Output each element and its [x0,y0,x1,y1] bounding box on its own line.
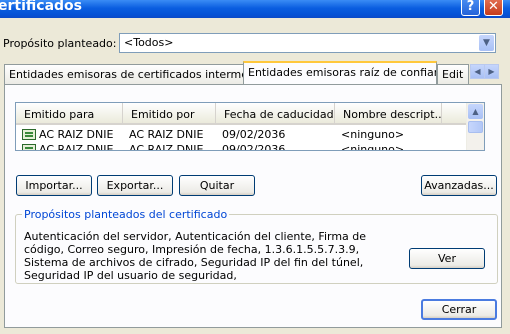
close-window-button[interactable]: ✕ [484,0,503,16]
purposes-group-title: Propósitos planteados del certificado [22,208,230,221]
cell-friendly-name: <ninguno> [341,143,405,151]
advanced-button[interactable]: Avanzadas... [421,175,497,196]
tab-scroll-left-icon[interactable]: ◀ [470,64,485,79]
tab-label: Entidades emisoras raíz de confianza [248,66,437,79]
purpose-label: Propósito planteado: [3,37,117,50]
cell-issued-by: AC RAIZ DNIE [129,128,204,141]
cell-expiry: 09/02/2036 [222,143,286,151]
help-button[interactable]: ? [461,0,480,16]
tab-label: Edit [442,68,464,81]
tab-publishers[interactable]: Edit [437,64,469,84]
remove-button[interactable]: Quitar [179,175,255,196]
cell-friendly-name: <ninguno> [341,128,405,141]
title-bar: ertificados ? ✕ [0,0,510,18]
purpose-select[interactable]: <Todos> ▼ [119,33,496,53]
column-header-issued-by[interactable]: Emitido por [123,103,216,125]
cell-issued-to: AC RAIZ DNIE [39,143,114,151]
window-title: ertificados [0,0,82,14]
certificate-list[interactable]: Emitido para Emitido por Fecha de caduci… [15,102,485,151]
cell-expiry: 09/02/2036 [222,128,286,141]
tab-scroll-right-icon[interactable]: ▶ [484,64,499,79]
certificate-icon [22,129,36,140]
export-button[interactable]: Exportar... [97,175,173,196]
scroll-thumb[interactable] [468,121,483,133]
tab-intermediate[interactable]: Entidades emisoras de certificados inter… [4,64,244,84]
tab-trusted-root[interactable]: Entidades emisoras raíz de confianza [243,61,437,84]
column-header-friendly-name[interactable]: Nombre descript... [335,103,442,125]
purpose-value: <Todos> [124,36,174,49]
cell-issued-to: AC RAIZ DNIE [39,128,114,141]
certificate-icon [22,144,36,150]
purposes-text: Autenticación del servidor, Autenticació… [24,230,367,282]
chevron-down-icon[interactable]: ▼ [479,35,494,51]
list-scrollbar[interactable]: ▲ [466,103,484,150]
scroll-up-icon[interactable]: ▲ [468,104,483,119]
tab-label: Entidades emisoras de certificados inter… [9,68,243,81]
close-button[interactable]: Cerrar [421,299,497,320]
import-button[interactable]: Importar... [16,175,92,196]
column-header-issued-to[interactable]: Emitido para [16,103,123,125]
view-button[interactable]: Ver [409,248,485,269]
column-header-expiry[interactable]: Fecha de caducidad [216,103,335,125]
cell-issued-by: AC RAIZ DNIE [129,143,204,151]
column-header-empty [442,103,469,125]
